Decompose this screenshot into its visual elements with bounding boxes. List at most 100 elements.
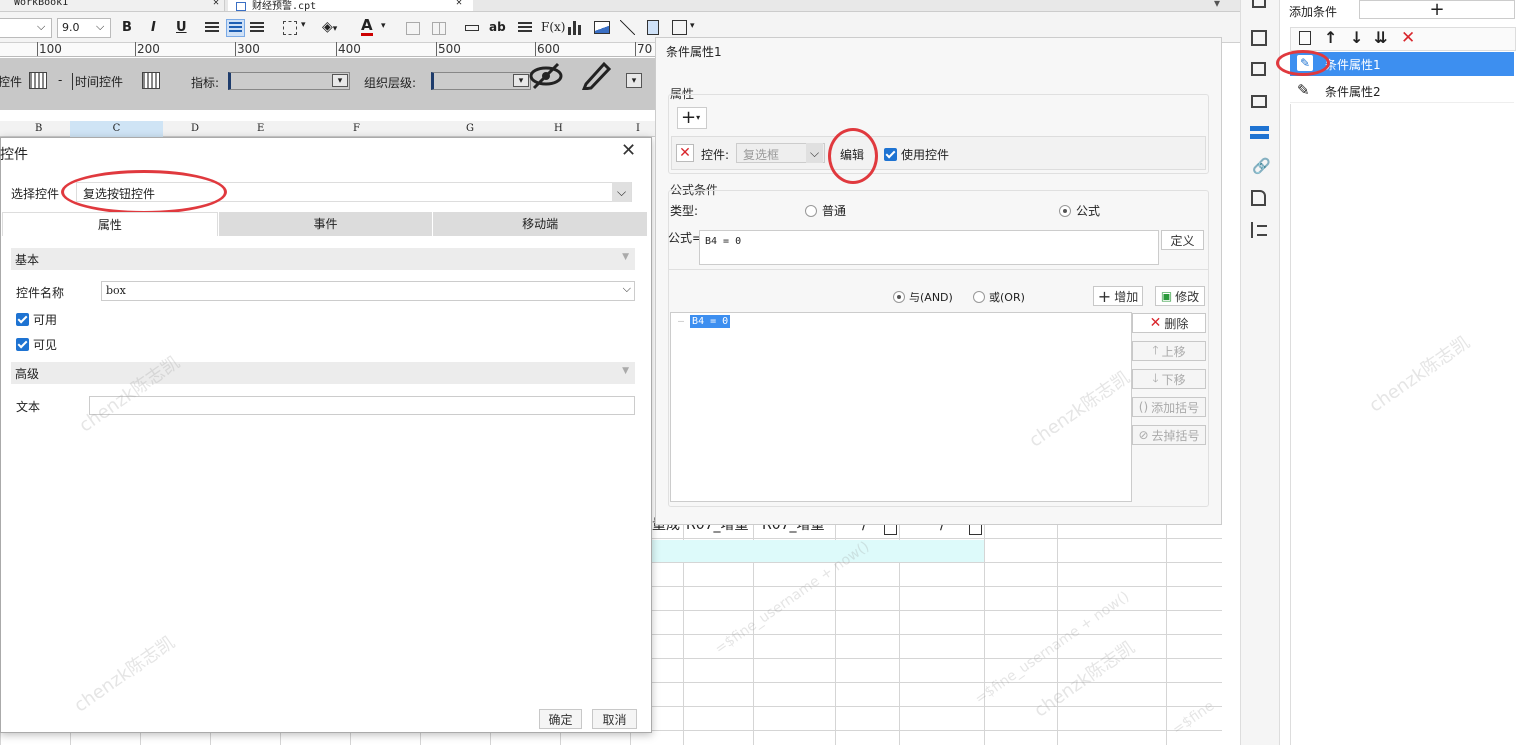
chart-icon[interactable] — [568, 21, 582, 35]
image-icon[interactable] — [594, 21, 610, 34]
column-header[interactable]: B — [35, 123, 42, 134]
text-input[interactable] — [89, 396, 635, 415]
arrow-up-icon[interactable]: ↑ — [1324, 28, 1337, 47]
ctrl-label: 控件: — [701, 148, 730, 162]
sheet-icon[interactable] — [1251, 190, 1266, 206]
move-up-button[interactable]: 🡑 上移 — [1132, 341, 1206, 361]
column-header[interactable]: H — [554, 123, 563, 134]
move-bottom-icon[interactable]: ⇊ — [1374, 28, 1387, 47]
chevron-down-icon: ▾ — [332, 74, 348, 87]
add-button[interactable]: + 增加 — [1093, 286, 1143, 306]
column-header[interactable]: F — [353, 123, 360, 134]
condition-list-item[interactable]: — B4 = 0 — [678, 315, 731, 328]
tab-properties[interactable]: 属性 — [2, 212, 218, 236]
basic-section-header[interactable]: 基本 ▼ — [11, 248, 635, 270]
formula-input[interactable]: B4 = 0 — [699, 230, 1159, 265]
column-header[interactable]: I — [636, 123, 640, 134]
tab-workbook1[interactable]: WorkBook1 ✕ — [0, 0, 225, 11]
org-level-combo[interactable]: ▾ — [431, 72, 531, 90]
chevron-down-icon[interactable]: ▾ — [626, 73, 642, 88]
widget-icon[interactable] — [672, 20, 687, 35]
column-header[interactable]: G — [466, 123, 474, 134]
merge-cells-icon[interactable] — [406, 22, 420, 35]
edit-pencil-icon[interactable] — [580, 58, 614, 91]
remove-bracket-button[interactable]: ⊘ 去掉括号 — [1132, 425, 1206, 445]
richtext-icon[interactable] — [518, 22, 532, 34]
dropdown-icon[interactable]: ▾ — [1214, 0, 1220, 10]
calendar-icon[interactable] — [142, 72, 160, 89]
close-icon[interactable]: ✕ — [621, 140, 636, 161]
modify-label: 修改 — [1175, 289, 1200, 304]
use-ctrl-checkbox[interactable]: 使用控件 — [884, 146, 949, 163]
close-icon[interactable]: ✕ — [213, 0, 219, 8]
italic-button[interactable]: I — [151, 20, 156, 35]
frame-icon[interactable] — [1251, 62, 1266, 76]
tab-finance-warning[interactable]: 财经预警.cpt ✕ — [228, 0, 473, 12]
visible-checkbox[interactable]: 可见 — [16, 336, 57, 353]
and-radio[interactable]: 与(AND) — [893, 289, 953, 305]
row-gutter — [0, 733, 655, 745]
column-header[interactable]: E — [257, 123, 264, 134]
font-color-icon[interactable]: A — [361, 17, 373, 36]
align-center-icon[interactable] — [226, 19, 245, 37]
enabled-checkbox[interactable]: 可用 — [16, 311, 57, 328]
type-normal-radio[interactable]: 普通 — [805, 202, 846, 219]
align-right-icon[interactable] — [250, 22, 264, 34]
cell-element-icon[interactable] — [1251, 30, 1267, 46]
type-label: 类型: — [670, 204, 699, 218]
underline-button[interactable]: U — [176, 20, 187, 35]
calendar-icon[interactable] — [29, 72, 47, 89]
define-button[interactable]: 定义 — [1161, 230, 1204, 250]
close-icon[interactable]: ✕ — [456, 0, 462, 8]
indicator-combo[interactable]: ▾ — [228, 72, 350, 90]
widget-name-input[interactable]: box ⌵ — [101, 281, 635, 301]
font-family-select[interactable]: ⌵ — [0, 18, 52, 38]
text-cell-icon[interactable] — [465, 25, 479, 31]
panel-divider — [1290, 104, 1291, 745]
column-header[interactable]: D — [191, 123, 199, 134]
arrow-down-icon[interactable]: ↓ — [1350, 28, 1363, 47]
column-header[interactable]: C — [70, 121, 163, 137]
cell-attr-icon[interactable] — [1252, 0, 1266, 8]
unmerge-cells-icon[interactable] — [432, 22, 446, 35]
ruler-tick: 100 — [37, 42, 62, 56]
tab-events[interactable]: 事件 — [217, 212, 433, 236]
sub-report-icon[interactable] — [647, 20, 659, 35]
modify-button[interactable]: ▣ 修改 — [1155, 286, 1205, 306]
add-attr-button[interactable]: +▾ — [677, 107, 707, 129]
delete-icon[interactable]: ✕ — [1401, 28, 1415, 48]
ctrl-type-value: 复选框 — [743, 148, 780, 162]
delete-button[interactable]: ✕ 删除 — [1132, 313, 1206, 333]
font-size-select[interactable]: 9.0 ⌵ — [57, 18, 111, 38]
or-radio[interactable]: 或(OR) — [973, 289, 1025, 305]
remove-attr-icon[interactable]: ✕ — [676, 144, 694, 162]
ruler-tick: 500 — [436, 42, 461, 56]
add-bracket-button[interactable]: () 添加括号 — [1132, 397, 1206, 417]
tree-icon[interactable] — [1251, 222, 1267, 238]
ctrl-type-select[interactable]: 复选框 ⌵ — [736, 143, 825, 163]
type-formula-radio[interactable]: 公式 — [1059, 202, 1100, 219]
align-left-icon[interactable] — [205, 22, 219, 34]
add-condition-button[interactable]: + — [1359, 0, 1515, 19]
fill-color-icon[interactable]: ◈▾ — [322, 19, 337, 35]
chevron-down-icon[interactable]: ▾ — [381, 21, 386, 31]
chevron-down-icon: ▾ — [301, 20, 306, 30]
formula-icon[interactable]: F(x) — [541, 20, 565, 34]
widget-name-value: box — [106, 284, 126, 297]
bold-button[interactable]: B — [122, 20, 132, 35]
chevron-down-icon[interactable]: ▾ — [690, 21, 695, 31]
widget-settings-icon[interactable] — [1251, 95, 1267, 108]
copy-icon[interactable] — [1299, 31, 1311, 45]
hyperlink-icon[interactable]: 🔗 — [1252, 157, 1271, 175]
border-icon[interactable]: ▾ — [283, 20, 306, 35]
ok-button[interactable]: 确定 — [539, 709, 582, 729]
condition-item[interactable]: ✎ 条件属性2 — [1290, 77, 1514, 103]
hide-eye-icon[interactable] — [528, 62, 564, 90]
cancel-button[interactable]: 取消 — [592, 709, 637, 729]
slash-cell-icon[interactable] — [620, 20, 635, 35]
move-down-button[interactable]: 🡓 下移 — [1132, 369, 1206, 389]
tab-mobile[interactable]: 移动端 — [432, 212, 648, 236]
advanced-section-header[interactable]: 高级 ▼ — [11, 362, 635, 384]
condition-attr-icon[interactable] — [1250, 126, 1269, 140]
text-ab-icon[interactable]: ab — [489, 20, 506, 34]
